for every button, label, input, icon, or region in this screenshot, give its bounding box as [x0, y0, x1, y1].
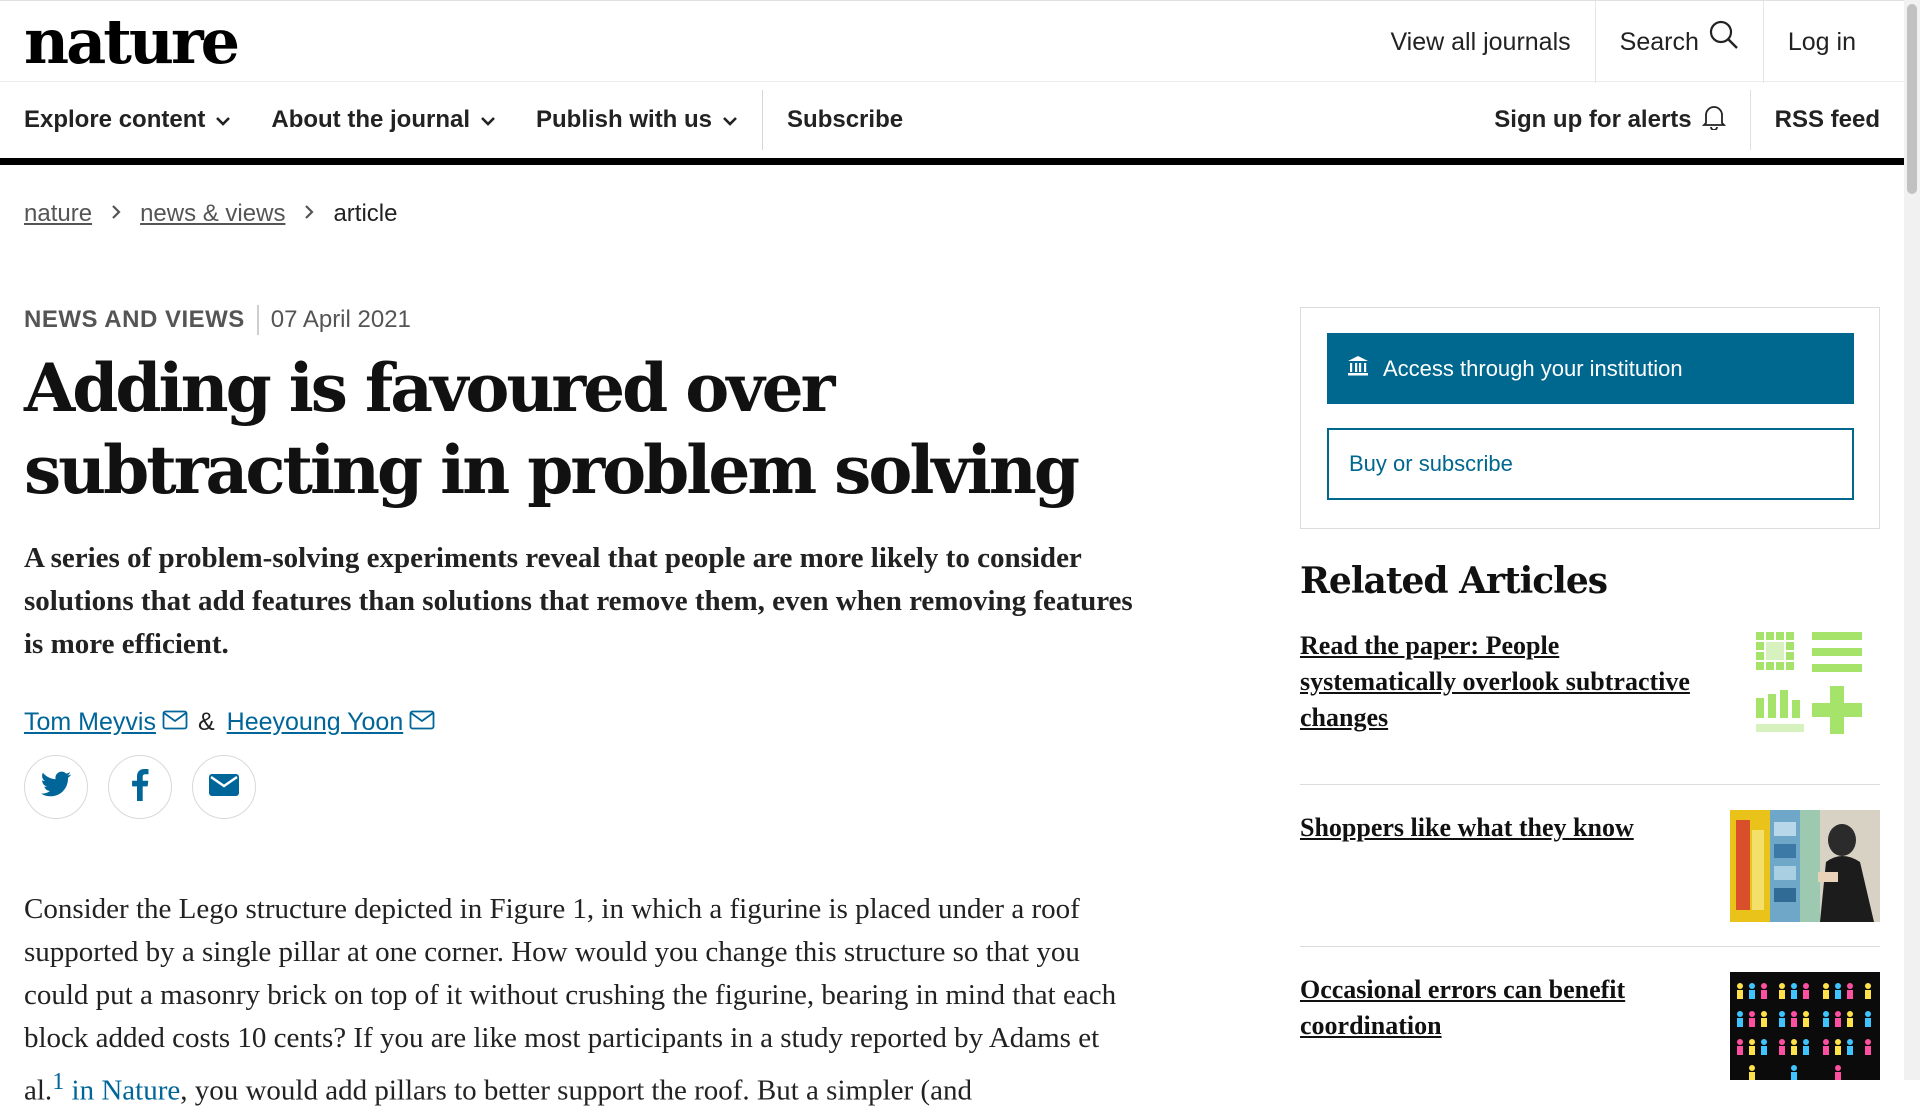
related-article-link[interactable]: Read the paper: People systematically ov…: [1300, 628, 1710, 736]
share-email-button[interactable]: [192, 755, 256, 819]
chevron-right-icon: [110, 201, 122, 227]
author-list: Tom Meyvis & Heeyoung Yoon: [24, 708, 1154, 737]
related-article-link[interactable]: Shoppers like what they know: [1300, 810, 1710, 846]
view-all-journals-link[interactable]: View all journals: [1366, 1, 1594, 83]
author-link[interactable]: Tom Meyvis: [24, 708, 156, 737]
body-paragraph-tail: , you would add pillars to better suppor…: [180, 1074, 972, 1107]
related-article-thumbnail[interactable]: [1730, 972, 1880, 1080]
chevron-down-icon: [480, 106, 496, 134]
nav-subscribe-label: Subscribe: [787, 106, 904, 133]
author-link[interactable]: Heeyoung Yoon: [227, 708, 404, 737]
nav-explore-content[interactable]: Explore content: [24, 106, 231, 134]
nav-about-journal[interactable]: About the journal: [271, 106, 496, 134]
buy-label: Buy or subscribe: [1349, 451, 1513, 476]
page-scrollbar[interactable]: [1904, 0, 1920, 1080]
related-article: Occasional errors can benefit coordinati…: [1300, 972, 1880, 1080]
article-meta: NEWS AND VIEWS 07 April 2021: [24, 305, 1154, 335]
access-label: Access through your institution: [1383, 355, 1683, 381]
breadcrumb-current: article: [333, 200, 398, 227]
article-type: NEWS AND VIEWS: [24, 306, 245, 333]
access-box: Access through your institution Buy or s…: [1300, 307, 1880, 529]
search-icon: [1709, 1, 1739, 83]
share-facebook-button[interactable]: [108, 755, 172, 819]
breadcrumb-section[interactable]: news & views: [140, 200, 285, 228]
related-article-thumbnail[interactable]: [1730, 810, 1880, 922]
breadcrumb-home[interactable]: nature: [24, 200, 92, 228]
mail-icon[interactable]: [162, 708, 188, 737]
bell-icon: [1701, 104, 1726, 137]
nav-subscribe[interactable]: Subscribe: [787, 106, 903, 134]
nav-about-label: About the journal: [271, 106, 471, 133]
nature-logo[interactable]: nature: [24, 7, 240, 77]
login-label: Log in: [1787, 28, 1856, 56]
buy-subscribe-button[interactable]: Buy or subscribe: [1327, 428, 1854, 500]
article-standfirst: A series of problem-solving experiments …: [24, 542, 1133, 660]
related-article: Read the paper: People systematically ov…: [1300, 628, 1880, 738]
search-label: Search: [1619, 28, 1699, 56]
breadcrumb: nature news & views article: [24, 200, 397, 228]
share-buttons: [24, 755, 1154, 819]
email-icon: [209, 773, 239, 801]
nav-divider: [762, 90, 764, 150]
view-all-journals-label: View all journals: [1390, 28, 1571, 56]
mail-icon[interactable]: [409, 708, 435, 737]
related-article: Shoppers like what they know: [1300, 810, 1880, 922]
related-article-link[interactable]: Occasional errors can benefit coordinati…: [1300, 972, 1710, 1044]
top-header: nature View all journals Search Log in: [0, 0, 1904, 83]
rss-feed-link[interactable]: RSS feed: [1775, 106, 1880, 134]
chevron-down-icon: [722, 106, 738, 134]
meta-divider: [256, 305, 259, 335]
related-divider: [1300, 784, 1880, 785]
institution-icon: [1347, 355, 1369, 383]
sign-up-alerts-link[interactable]: Sign up for alerts: [1494, 104, 1726, 137]
access-institution-button[interactable]: Access through your institution: [1327, 333, 1854, 404]
article-date: 07 April 2021: [270, 306, 411, 333]
chevron-right-icon: [303, 201, 315, 227]
nav-divider: [1749, 90, 1751, 150]
facebook-icon: [131, 768, 149, 806]
related-divider: [1300, 946, 1880, 947]
article-title: Adding is favoured over subtracting in p…: [24, 349, 1080, 509]
related-articles-heading: Related Articles: [1300, 560, 1608, 602]
rss-label: RSS feed: [1774, 106, 1880, 133]
chevron-down-icon: [215, 106, 231, 134]
scrollbar-thumb[interactable]: [1907, 4, 1917, 194]
nav-publish-label: Publish with us: [536, 106, 713, 133]
twitter-icon: [40, 771, 72, 804]
main-nav: Explore content About the journal Publis…: [0, 82, 1904, 165]
nav-explore-label: Explore content: [24, 106, 206, 133]
citation-link[interactable]: 1: [52, 1068, 64, 1095]
body-paragraph: Consider the Lego structure depicted in …: [24, 893, 1117, 1054]
article-body: Consider the Lego structure depicted in …: [24, 888, 1144, 1113]
related-article-thumbnail[interactable]: [1754, 628, 1864, 738]
alerts-label: Sign up for alerts: [1494, 106, 1692, 133]
nav-publish-with-us[interactable]: Publish with us: [536, 106, 738, 134]
login-link[interactable]: Log in: [1764, 1, 1880, 83]
author-joiner: &: [197, 708, 215, 736]
journal-link[interactable]: in Nature: [72, 1075, 181, 1107]
share-twitter-button[interactable]: [24, 755, 88, 819]
search-link[interactable]: Search: [1596, 1, 1763, 83]
top-links: View all journals Search Log in: [1366, 1, 1880, 83]
article-header: NEWS AND VIEWS 07 April 2021 Adding is f…: [24, 305, 1154, 819]
